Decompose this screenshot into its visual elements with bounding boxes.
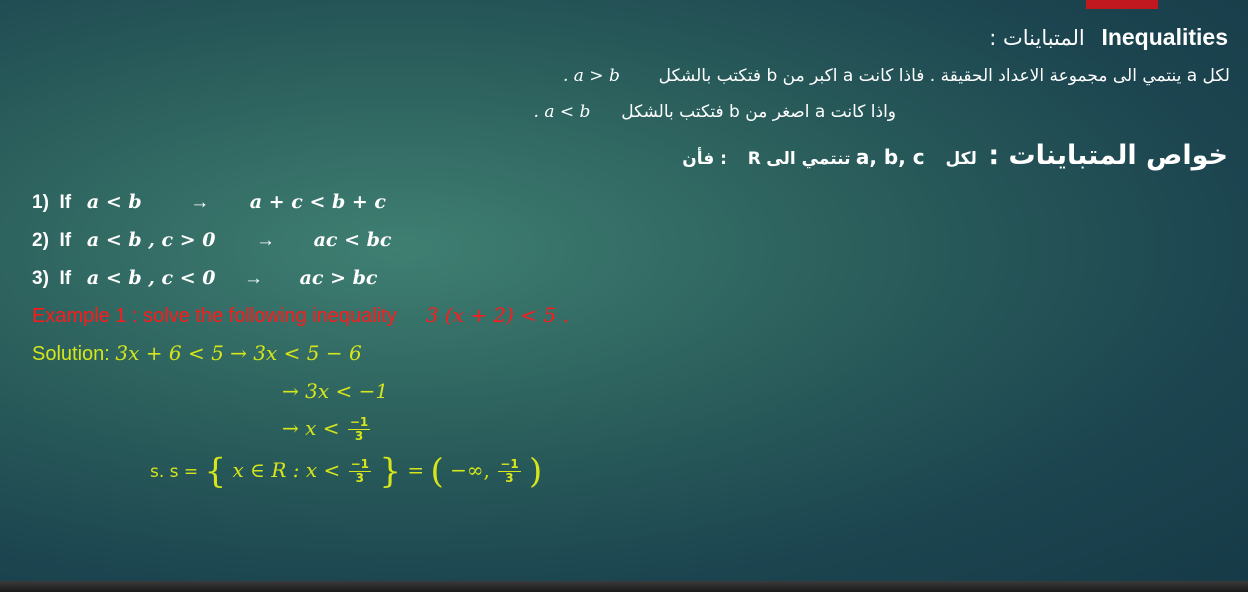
solution-step-1: Solution: 3x + 6 < 5 → 3x < 5 − 6: [32, 341, 362, 366]
solution-set-inner: x ∈ R : x <: [232, 458, 341, 482]
set-fraction: −1 3: [348, 457, 372, 485]
solution-step-3-prefix: → x <: [282, 416, 340, 440]
solution-label: Solution:: [32, 343, 110, 365]
properties-title: خواص المتباينات :: [988, 140, 1228, 171]
fraction-numerator: −1: [347, 415, 371, 430]
property-condition: a < b , c > 0: [86, 229, 216, 251]
title-arabic: المتباينات :: [989, 26, 1085, 50]
interval-open-paren: (: [430, 451, 444, 492]
fraction: −1 3: [347, 415, 371, 443]
interval-fraction-denominator: 3: [505, 471, 514, 485]
solution-set-label: s. s =: [150, 462, 199, 482]
property-1: 1) If a < b → a + c < b + c: [32, 191, 386, 214]
property-number: 2): [32, 230, 49, 251]
set-open-brace: {: [204, 451, 227, 492]
equals-sign: =: [407, 458, 425, 482]
fraction-denominator: 3: [354, 429, 364, 443]
property-if: If: [59, 230, 72, 251]
property-2: 2) If a < b , c > 0 → ac < bc: [32, 229, 391, 252]
definition-line-1: . a > b لكل a ينتمي الى مجموعة الاعداد ا…: [563, 66, 1230, 86]
set-close-brace: }: [379, 451, 402, 492]
example-label: Example 1 : solve the following inequali…: [32, 305, 397, 327]
properties-for-all: لكل: [945, 149, 977, 169]
definition-2-text: واذا كانت a اصغر من b فتكتب بالشكل: [621, 102, 896, 122]
interval-prefix: −∞,: [450, 458, 490, 482]
top-accent-bar: [1086, 0, 1158, 9]
properties-heading: فأن : R تنتمي الى a, b, c لكل خواص المتب…: [682, 140, 1228, 171]
solution-step-1-math: 3x + 6 < 5 → 3x < 5 − 6: [115, 341, 362, 365]
properties-then: فأن :: [682, 149, 727, 169]
properties-set: R: [747, 149, 761, 169]
interval-fraction: −1 3: [498, 457, 521, 485]
title-english: Inequalities: [1101, 24, 1228, 50]
example-expression: 3 (x + 2) < 5 .: [425, 303, 569, 327]
definition-line-2: . a < b واذا كانت a اصغر من b فتكتب بالش…: [534, 102, 896, 122]
solution-step-2: → 3x < −1: [282, 379, 389, 403]
definition-2-math: . a < b: [533, 102, 591, 122]
property-number: 3): [32, 268, 49, 289]
solution-set: s. s = { x ∈ R : x < −1 3 } = ( −∞, −1 3…: [150, 455, 542, 489]
set-fraction-denominator: 3: [355, 471, 364, 485]
properties-belong: تنتمي الى: [766, 149, 851, 169]
bottom-bar: [0, 581, 1248, 592]
example-1: Example 1 : solve the following inequali…: [32, 303, 569, 328]
interval-close-paren: ): [529, 451, 543, 492]
property-arrow: →: [190, 192, 210, 213]
property-if: If: [59, 192, 72, 213]
property-result: ac < bc: [313, 229, 392, 251]
property-condition: a < b: [86, 191, 142, 213]
page-title: المتباينات : Inequalities: [989, 24, 1228, 51]
property-result: ac > bc: [299, 267, 378, 289]
property-if: If: [59, 268, 72, 289]
property-arrow: →: [256, 230, 276, 251]
property-arrow: →: [244, 268, 264, 289]
property-result: a + c < b + c: [249, 191, 386, 213]
interval-fraction-numerator: −1: [498, 457, 521, 472]
property-3: 3) If a < b , c < 0 → ac > bc: [32, 267, 377, 290]
solution-step-3: → x < −1 3: [282, 416, 372, 443]
definition-1-math: . a > b: [562, 66, 620, 86]
definition-1-text: لكل a ينتمي الى مجموعة الاعداد الحقيقة .…: [658, 66, 1230, 86]
property-condition: a < b , c < 0: [86, 267, 216, 289]
properties-vars: a, b, c: [855, 145, 925, 169]
set-fraction-numerator: −1: [348, 457, 372, 472]
property-number: 1): [32, 192, 49, 213]
